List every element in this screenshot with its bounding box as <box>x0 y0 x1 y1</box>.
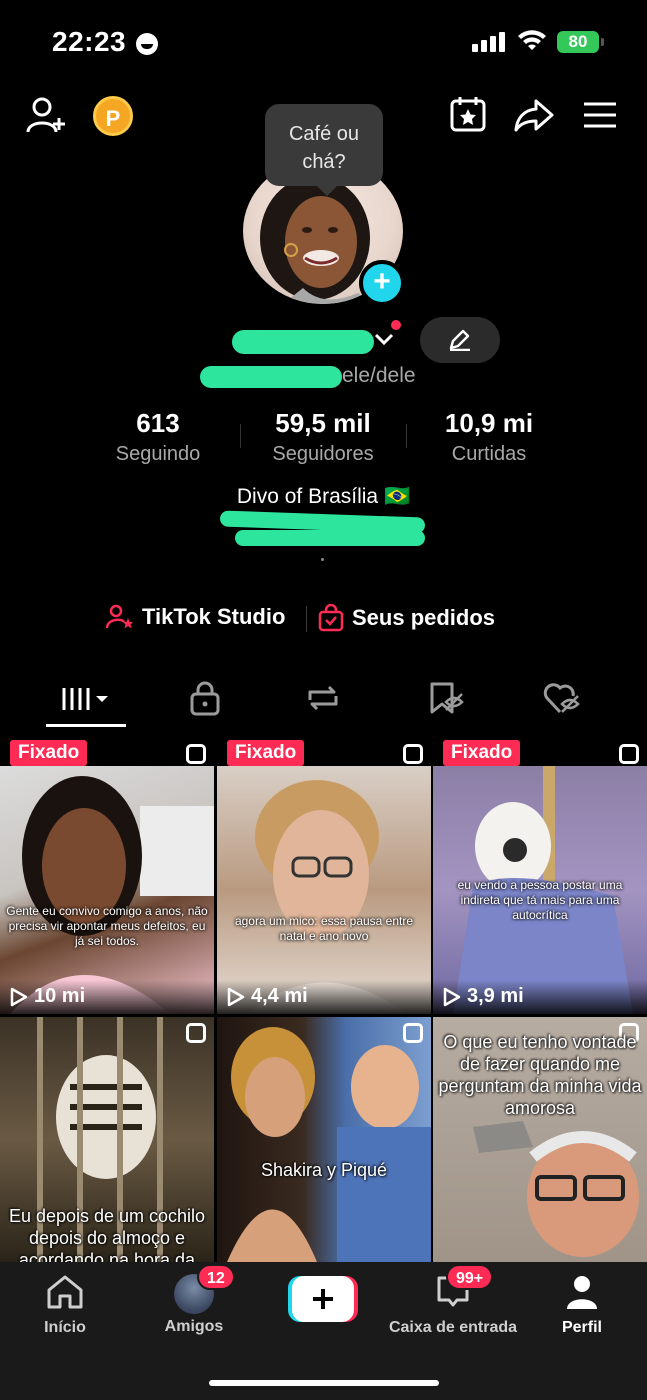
status-bar: 22:23 80 <box>0 0 647 80</box>
stat-likes-value: 10,9 mi <box>444 408 534 438</box>
video-caption: Eu depois de um cochilo depois do almoço… <box>8 1206 206 1262</box>
orders-link[interactable]: Seus pedidos <box>318 604 495 632</box>
pinned-badge: Fixado <box>10 740 88 766</box>
tab-saved-hidden-icon[interactable] <box>426 678 464 718</box>
multi-image-icon <box>186 744 206 764</box>
battery-indicator: 80 <box>557 31 604 53</box>
profile-icon <box>567 1276 597 1309</box>
profile-tabs <box>0 670 647 728</box>
multi-image-icon <box>403 1023 423 1043</box>
pinned-badge: Fixado <box>443 740 521 766</box>
wifi-icon <box>518 30 546 50</box>
shopping-bag-icon <box>318 604 344 632</box>
active-tab-indicator <box>46 724 126 727</box>
play-icon <box>227 987 245 1006</box>
inbox-badge: 99+ <box>446 1264 494 1290</box>
stat-following[interactable]: 613 Seguindo <box>88 408 228 466</box>
home-indicator <box>209 1380 439 1386</box>
stat-followers-value: 59,5 mil <box>275 408 371 438</box>
video-caption: O que eu tenho vontade de fazer quando m… <box>438 1032 642 1118</box>
pinned-badge: Fixado <box>227 740 305 766</box>
video-thumbnail <box>0 766 214 1014</box>
video-tile[interactable]: Fixado Gente eu convivo comigo a anos, n… <box>0 738 214 1014</box>
stat-followers-label: Seguidores <box>272 443 374 465</box>
friends-badge: 12 <box>197 1264 235 1290</box>
stat-following-value: 613 <box>136 408 180 438</box>
edit-profile-button[interactable] <box>420 317 500 363</box>
view-count: 10 mi <box>10 985 85 1008</box>
view-count: 3,9 mi <box>443 985 524 1008</box>
multi-image-icon <box>619 744 639 764</box>
focus-mode-icon <box>136 33 158 55</box>
links-divider <box>306 606 307 632</box>
tab-reposts-icon[interactable] <box>304 678 342 718</box>
view-count-value: 10 mi <box>34 985 86 1007</box>
nav-friends-label: Amigos <box>164 1318 224 1335</box>
multi-image-icon <box>403 744 423 764</box>
add-friend-icon[interactable] <box>26 96 68 134</box>
video-caption: agora um mico: essa pausa entre natal e … <box>234 914 414 943</box>
studio-person-icon <box>106 604 133 629</box>
bio-dot <box>321 558 324 561</box>
thumbnail-art <box>247 780 407 1014</box>
status-time: 22:23 <box>52 26 127 57</box>
profile-bio: Divo of Brasília 🇧🇷 <box>236 485 411 508</box>
menu-icon[interactable] <box>583 101 617 129</box>
pronouns: ele/dele <box>342 364 416 387</box>
notification-dot <box>391 320 401 330</box>
play-icon <box>10 987 28 1006</box>
multi-image-icon <box>186 1023 206 1043</box>
video-caption: Shakira y Piqué <box>260 1160 388 1180</box>
orders-label: Seus pedidos <box>352 605 496 630</box>
video-tile[interactable]: Eu depois de um cochilo depois do almoço… <box>0 1017 214 1262</box>
video-tile[interactable]: O que eu tenho vontade de fazer quando m… <box>433 1017 647 1262</box>
view-count-value: 4,4 mi <box>251 985 308 1007</box>
cellular-signal-icon <box>472 32 506 52</box>
avatar-tooltip[interactable]: Café ou chá? <box>265 104 383 196</box>
pencil-icon <box>449 329 470 351</box>
chevron-down-icon[interactable] <box>374 332 394 346</box>
username-redaction <box>232 330 374 354</box>
stat-followers[interactable]: 59,5 mil Seguidores <box>243 408 403 466</box>
video-thumbnail <box>217 766 431 1014</box>
tab-private-lock-icon[interactable] <box>188 678 222 718</box>
stat-likes[interactable]: 10,9 mi Curtidas <box>418 408 560 466</box>
add-avatar-story-button[interactable]: + <box>359 260 405 306</box>
calendar-star-icon[interactable] <box>450 96 486 132</box>
play-icon <box>443 987 461 1006</box>
tiktok-studio-link[interactable]: TikTok Studio <box>106 604 285 630</box>
tab-videos-grid[interactable] <box>58 678 114 718</box>
stat-following-label: Seguindo <box>115 443 201 465</box>
nav-inbox-label: Caixa de entrada <box>388 1319 518 1336</box>
bio-redaction <box>235 530 425 546</box>
video-thumbnail <box>217 1017 431 1262</box>
video-tile[interactable]: Fixado eu vendo a pessoa postar uma indi… <box>433 738 647 1014</box>
coins-icon[interactable]: P <box>93 96 133 136</box>
nav-profile-label: Perfil <box>561 1319 602 1336</box>
nav-profile[interactable]: Perfil <box>552 1274 612 1337</box>
handle-redaction <box>200 366 342 388</box>
video-caption: Gente eu convivo comigo a anos, não prec… <box>6 904 208 948</box>
stat-divider <box>406 424 407 448</box>
tab-liked-hidden-icon[interactable] <box>542 678 582 718</box>
home-icon <box>47 1275 83 1309</box>
video-tile[interactable]: Fixado agora um mico: essa pausa entre n… <box>217 738 431 1014</box>
stat-likes-label: Curtidas <box>451 443 527 465</box>
thumbnail-art <box>227 1027 431 1262</box>
nav-home[interactable]: Início <box>28 1274 102 1337</box>
stat-divider <box>240 424 241 448</box>
create-video-button[interactable] <box>288 1276 358 1322</box>
thumbnail-art <box>10 776 214 1014</box>
video-tile[interactable]: Shakira y Piqué <box>217 1017 431 1262</box>
view-count-value: 3,9 mi <box>467 985 524 1007</box>
tiktok-studio-label: TikTok Studio <box>142 604 286 629</box>
view-count: 4,4 mi <box>227 985 308 1008</box>
nav-home-label: Início <box>44 1319 86 1336</box>
share-icon[interactable] <box>514 98 554 132</box>
video-caption: eu vendo a pessoa postar uma indireta qu… <box>457 878 623 922</box>
